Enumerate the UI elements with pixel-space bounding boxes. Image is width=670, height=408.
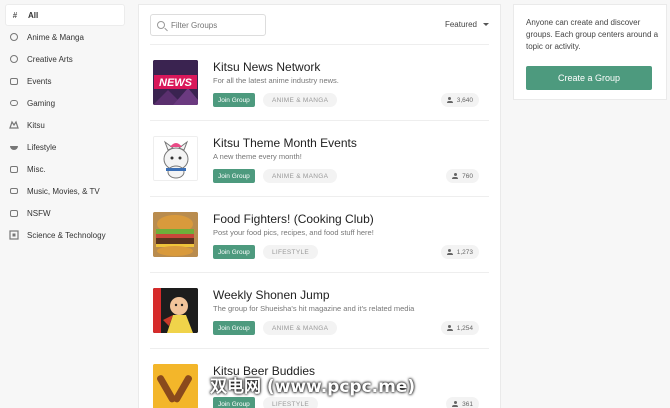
user-icon (446, 249, 453, 255)
sort-label: Featured (444, 20, 477, 29)
hash-icon: # (12, 10, 18, 20)
category-tag[interactable]: LIFESTYLE (263, 245, 319, 259)
sidebar-item-music-movies-tv[interactable]: Music, Movies, & TV (5, 180, 125, 202)
palette-icon (9, 54, 19, 64)
filter-groups-field[interactable] (150, 14, 266, 36)
group-card: Weekly Shonen Jump The group for Shueish… (150, 273, 489, 349)
group-title[interactable]: Kitsu Theme Month Events (213, 136, 357, 150)
group-list-panel: Featured NEWS Kitsu News Network For all… (138, 4, 501, 408)
group-description: For all the latest anime industry news. (213, 76, 339, 85)
join-group-button[interactable]: Join Group (213, 321, 255, 335)
sidebar-item-lifestyle[interactable]: Lifestyle (5, 136, 125, 158)
sidebar-item-label: Gaming (27, 98, 56, 108)
sidebar-item-gaming[interactable]: Gaming (5, 92, 125, 114)
news-logo-text: NEWS (159, 77, 193, 89)
category-tag[interactable]: ANIME & MANGA (263, 321, 338, 335)
member-count-value: 361 (462, 400, 473, 408)
sidebar-item-label: NSFW (27, 208, 51, 218)
group-card: Food Fighters! (Cooking Club) Post your … (150, 197, 489, 273)
member-count: 760 (446, 169, 479, 183)
nsfw-icon (9, 208, 19, 218)
chip-icon (9, 230, 19, 240)
user-icon (446, 325, 453, 331)
sidebar-item-label: Kitsu (27, 120, 45, 130)
sidebar-item-label: Music, Movies, & TV (27, 186, 100, 196)
sidebar-item-label: Misc. (27, 164, 46, 174)
list-toolbar: Featured (150, 5, 489, 45)
category-tag[interactable]: ANIME & MANGA (263, 93, 338, 107)
create-group-description: Anyone can create and discover groups. E… (526, 18, 659, 51)
kitsu-icon (9, 120, 19, 130)
create-group-button[interactable]: Create a Group (526, 66, 652, 90)
filter-groups-input[interactable] (171, 20, 261, 30)
join-group-button[interactable]: Join Group (213, 397, 255, 408)
member-count-value: 760 (462, 172, 473, 180)
user-icon (452, 173, 459, 179)
sidebar-item-label: Anime & Manga (27, 32, 84, 42)
search-icon (157, 21, 165, 29)
group-avatar[interactable] (153, 136, 198, 181)
group-avatar[interactable] (153, 288, 198, 333)
sidebar-item-misc[interactable]: Misc. (5, 158, 125, 180)
group-description: Post your food pics, recipes, and food s… (213, 228, 374, 237)
chevron-down-icon (483, 23, 489, 26)
member-count-value: 1,254 (456, 324, 473, 332)
sidebar-item-all[interactable]: # All (5, 4, 125, 26)
sidebar-item-label: All (28, 10, 39, 20)
group-description: The group for Shueisha's hit magazine an… (213, 304, 415, 313)
sidebar-item-nsfw[interactable]: NSFW (5, 202, 125, 224)
calendar-icon (9, 76, 19, 86)
group-avatar[interactable] (153, 364, 198, 408)
sidebar-item-label: Events (27, 76, 52, 86)
member-count: 361 (446, 397, 479, 408)
sidebar-item-label: Science & Technology (27, 230, 106, 240)
create-group-panel: Anyone can create and discover groups. E… (513, 4, 667, 100)
group-avatar[interactable]: NEWS (153, 60, 198, 105)
group-title[interactable]: Weekly Shonen Jump (213, 288, 330, 302)
sort-dropdown[interactable]: Featured (445, 20, 489, 29)
category-sidebar: # All Anime & Manga Creative Arts Events… (0, 0, 130, 408)
member-count: 1,273 (440, 245, 479, 259)
user-icon (446, 97, 453, 103)
sidebar-item-events[interactable]: Events (5, 70, 125, 92)
bowl-icon (9, 142, 19, 152)
sidebar-item-label: Creative Arts (27, 54, 73, 64)
group-avatar[interactable] (153, 212, 198, 257)
watermark: 双电网 (www.pcpc.me) (210, 377, 416, 397)
sidebar-item-science-technology[interactable]: Science & Technology (5, 224, 125, 246)
face-icon (9, 32, 19, 42)
category-tag[interactable]: ANIME & MANGA (263, 169, 338, 183)
group-title[interactable]: Food Fighters! (Cooking Club) (213, 212, 374, 226)
join-group-button[interactable]: Join Group (213, 93, 255, 107)
sidebar-item-creative-arts[interactable]: Creative Arts (5, 48, 125, 70)
group-title[interactable]: Kitsu News Network (213, 60, 320, 74)
gamepad-icon (9, 98, 19, 108)
sidebar-item-kitsu[interactable]: Kitsu (5, 114, 125, 136)
join-group-button[interactable]: Join Group (213, 245, 255, 259)
box-icon (9, 164, 19, 174)
user-icon (452, 401, 459, 407)
member-count: 3,640 (440, 93, 479, 107)
member-count-value: 1,273 (456, 248, 473, 256)
sidebar-item-label: Lifestyle (27, 142, 57, 152)
member-count-value: 3,640 (456, 96, 473, 104)
member-count: 1,254 (440, 321, 479, 335)
category-tag[interactable]: LIFESTYLE (263, 397, 319, 408)
group-description: A new theme every month! (213, 152, 302, 161)
group-card: NEWS Kitsu News Network For all the late… (150, 45, 489, 121)
sidebar-item-anime-manga[interactable]: Anime & Manga (5, 26, 125, 48)
group-card: Kitsu Theme Month Events A new theme eve… (150, 121, 489, 197)
join-group-button[interactable]: Join Group (213, 169, 255, 183)
tv-icon (9, 186, 19, 196)
